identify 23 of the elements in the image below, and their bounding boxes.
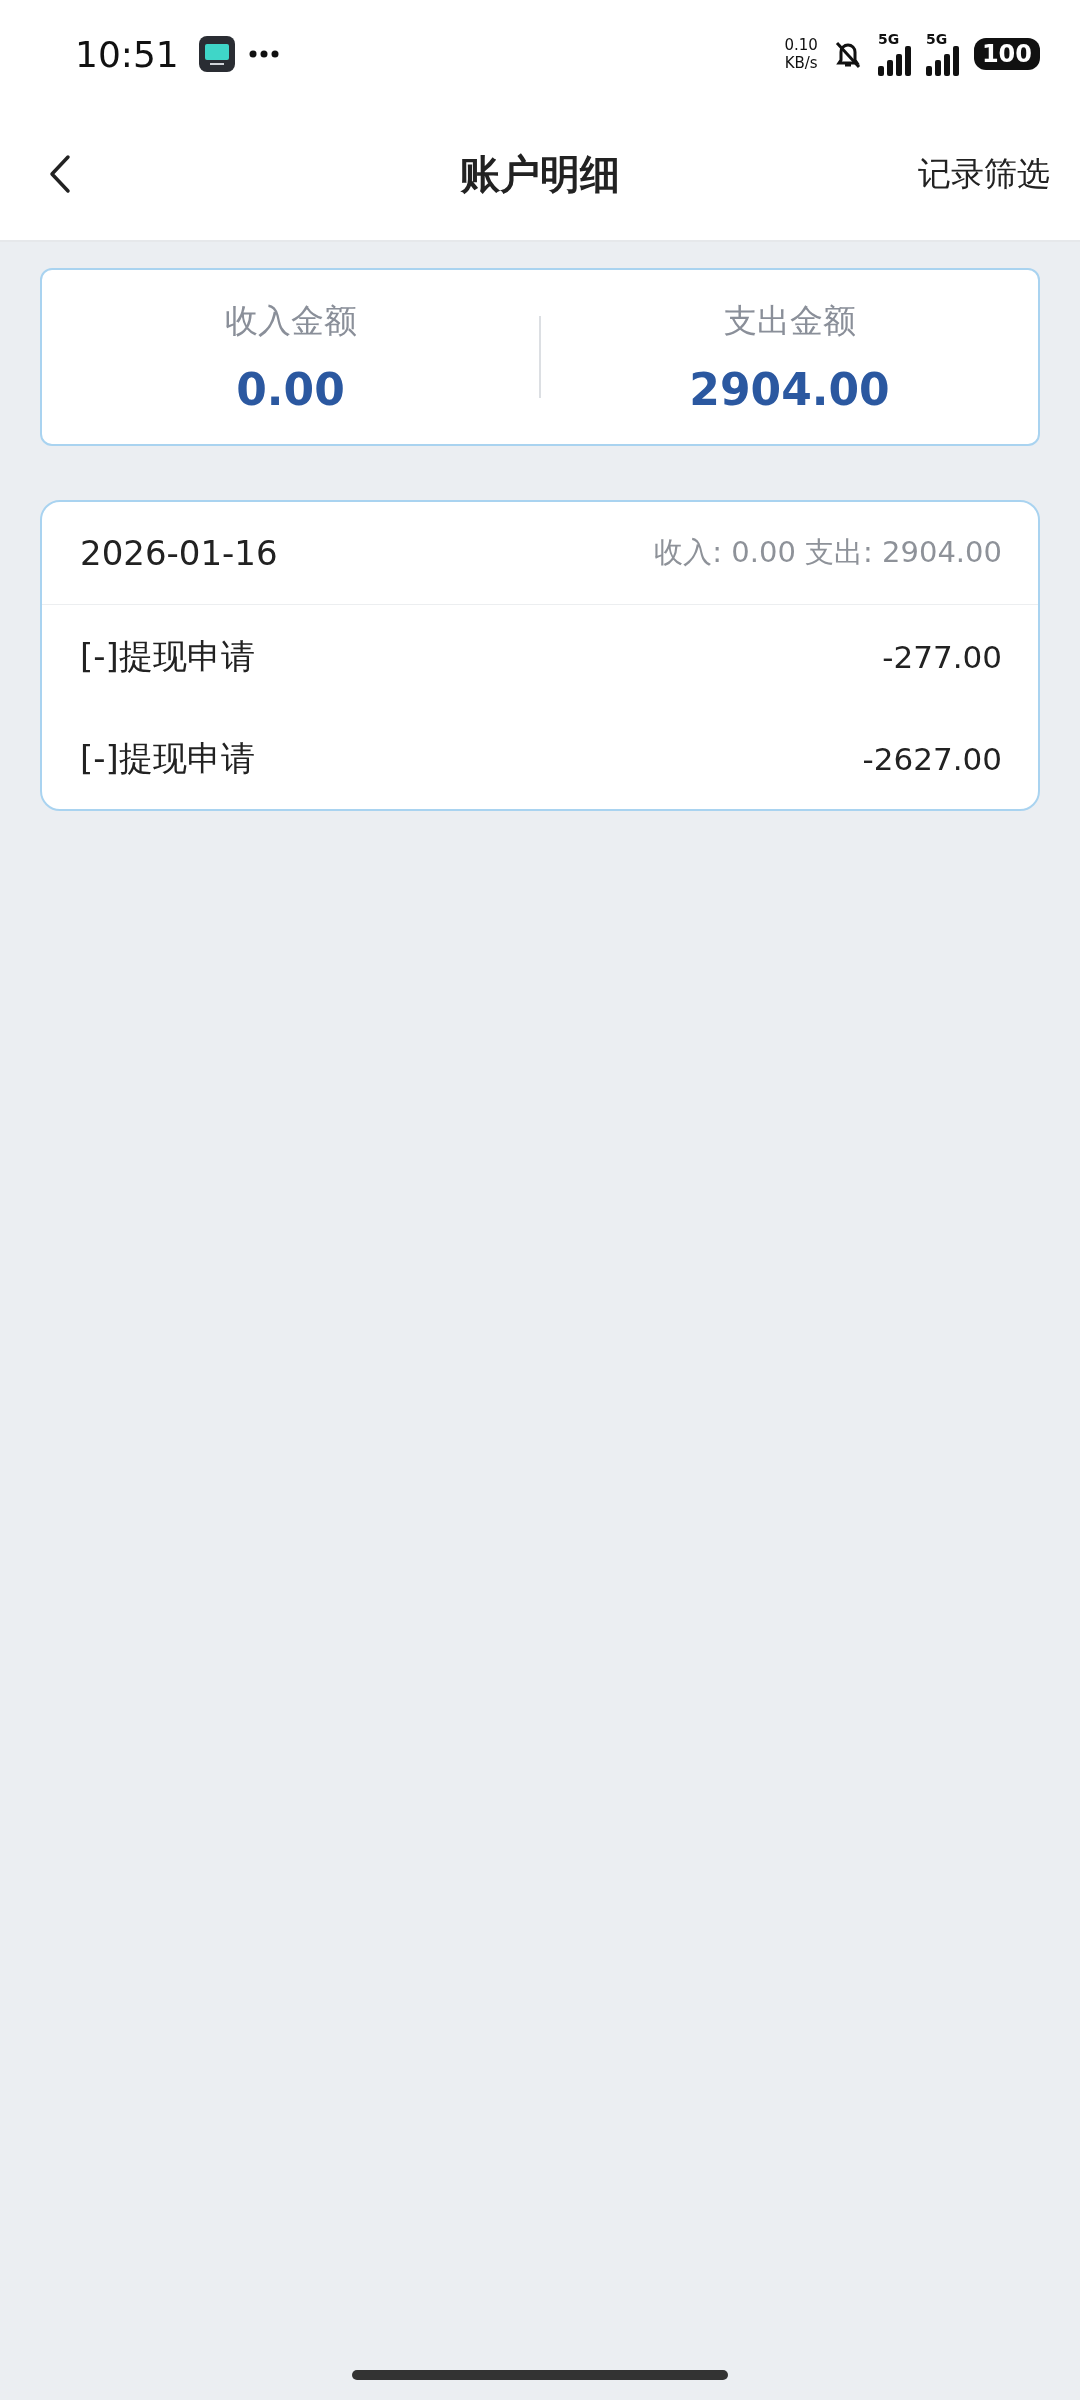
battery-indicator: 100 — [973, 38, 1040, 70]
summary-amount: 0.00 — [236, 364, 345, 415]
status-time: 10:51 — [75, 33, 179, 75]
record-title: [-]提现申请 — [80, 635, 255, 678]
summary-amount: 2904.00 — [689, 364, 890, 415]
record-title: [-]提现申请 — [80, 737, 255, 780]
more-icon — [248, 50, 279, 58]
back-icon[interactable] — [48, 154, 72, 194]
signal-icon — [925, 46, 960, 76]
page-title: 账户明细 — [460, 149, 620, 199]
net-unit: KB/s — [784, 54, 818, 72]
record-date: 2026-01-16 — [80, 533, 278, 573]
record-amount: -277.00 — [882, 639, 1002, 675]
record-amount: -2627.00 — [862, 741, 1002, 777]
filter-link[interactable]: 记录筛选 — [918, 151, 1050, 197]
summary-label: 支出金额 — [723, 300, 856, 342]
network-label: 5G — [877, 32, 900, 46]
net-speed: 0.10 — [784, 36, 818, 54]
tv-icon — [198, 36, 235, 72]
summary-label: 收入金额 — [224, 300, 357, 342]
network-label: 5G — [925, 32, 948, 46]
signal-icon — [877, 46, 912, 76]
day-totals: 收入: 0.00 支出: 2904.00 — [654, 534, 1002, 571]
